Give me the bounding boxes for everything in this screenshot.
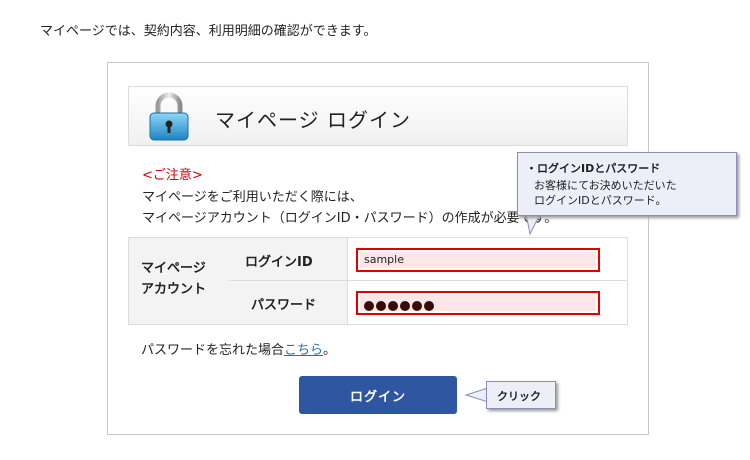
account-label: マイページ アカウント [141,258,206,300]
password-dot [412,300,422,311]
password-mask [364,295,436,314]
panel-title: マイページ ログイン [215,108,411,132]
callout-title: ・ログインIDとパスワード [526,162,661,175]
notice-line-2: マイページアカウント（ログインID・パスワード）の作成が必要です。 [142,211,558,226]
password-dot [388,300,398,311]
password-input[interactable] [356,291,600,315]
panel-header: マイページ ログイン [128,86,628,146]
password-dot [376,300,386,311]
login-panel: マイページ ログイン <ご注意> マイページをご利用いただく際には、 マイページ… [107,62,649,435]
notice-line-1: マイページをご利用いただく際には、 [142,190,363,205]
click-callout-pointer [464,387,489,403]
intro-text: マイページでは、契約内容、利用明細の確認ができます。 [40,24,377,39]
password-dot [364,300,374,311]
row-divider [229,280,627,281]
forgot-password-text: パスワードを忘れた場合 [141,343,285,358]
forgot-password-suffix: 。 [323,343,337,358]
login-button[interactable]: ログイン [299,376,457,414]
click-callout: クリック [486,381,556,409]
callout-pointer [525,213,541,236]
account-label-line-1: マイページ [141,261,206,276]
login-id-value: sample [364,253,404,266]
credentials-callout: ・ログインIDとパスワード お客様にてお決めいただいた ログインIDとパスワード… [517,152,737,216]
column-divider [347,238,348,324]
callout-line-1: お客様にてお決めいただいた [534,179,677,192]
callout-line-2: ログインIDとパスワード。 [534,194,667,207]
account-label-line-2: アカウント [141,282,207,297]
password-label: パスワード [251,298,317,313]
click-callout-text: クリック [497,390,541,403]
forgot-password-link[interactable]: こちら [284,343,323,358]
password-dot [400,300,410,311]
password-dot [424,300,434,311]
login-form: マイページ アカウント ログインID パスワード sample [128,237,628,325]
notice-title: <ご注意> [142,168,203,183]
padlock-icon [149,92,189,141]
forgot-password-row: パスワードを忘れた場合こちら。 [141,339,336,358]
login-id-input[interactable]: sample [356,248,600,272]
login-id-label: ログインID [245,255,313,270]
